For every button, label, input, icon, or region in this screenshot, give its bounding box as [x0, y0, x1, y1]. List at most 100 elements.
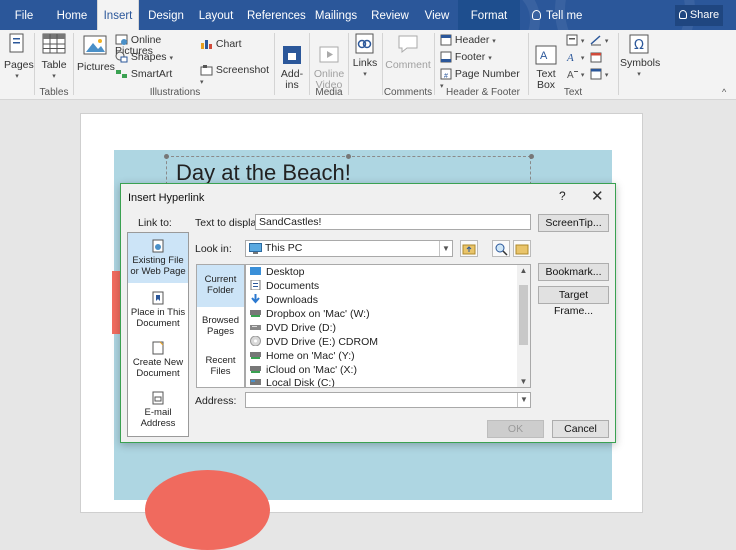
tell-me-label: Tell me [546, 10, 583, 22]
list-item[interactable]: Dropbox on 'Mac' (W:) [250, 308, 370, 321]
shapes-button[interactable]: Shapes ▾ [115, 51, 177, 64]
globe-file-icon [152, 239, 164, 253]
add-ins-button[interactable]: Add- ins [278, 33, 306, 102]
help-button[interactable]: ? [559, 189, 566, 203]
chevron-down-icon: ▾ [200, 79, 204, 86]
shapes-label: Shapes [130, 50, 167, 63]
tab-design[interactable]: Design [145, 0, 187, 30]
chevron-down-icon: ▾ [492, 37, 496, 45]
group-separator [528, 33, 529, 95]
resize-handle[interactable] [164, 154, 169, 159]
smartart-button[interactable]: SmartArt [115, 68, 177, 80]
chart-button[interactable]: Chart [200, 38, 250, 50]
page-number-icon: # [440, 68, 452, 80]
network-drive-icon [250, 366, 261, 373]
tab-references[interactable]: References [247, 0, 306, 30]
look-in-select[interactable]: This PC ▼ [245, 240, 453, 257]
table-button[interactable]: Table ▾ [40, 33, 68, 82]
scroll-up-icon[interactable]: ▲ [517, 266, 530, 275]
link-email-address[interactable]: E-mail Address [128, 387, 188, 437]
list-item[interactable]: Home on 'Mac' (Y:) [250, 350, 355, 363]
file-list-scrollbar[interactable]: ▲ ▼ [517, 265, 530, 387]
list-item[interactable]: Downloads [250, 294, 318, 307]
list-item[interactable]: DVD Drive (D:) [250, 322, 336, 335]
bookmark-button[interactable]: Bookmark... [538, 263, 609, 281]
list-item[interactable]: DVD Drive (E:) CDROM [250, 336, 378, 349]
tab-format[interactable]: Format [458, 0, 520, 30]
list-item[interactable]: Local Disk (C:) [250, 377, 335, 387]
tab-layout[interactable]: Layout [195, 0, 237, 30]
pictures-button[interactable]: Pictures [77, 33, 115, 73]
calendar-icon [590, 52, 602, 63]
ok-button[interactable]: OK [487, 420, 544, 438]
resize-handle[interactable] [529, 154, 534, 159]
tab-view[interactable]: View [420, 0, 454, 30]
list-item[interactable]: Desktop [250, 266, 305, 279]
signature-line-button[interactable]: ▾ [590, 34, 616, 47]
nav-browsed-pages[interactable]: Browsed Pages [197, 307, 244, 347]
email-icon [152, 391, 164, 405]
up-folder-button[interactable] [460, 240, 478, 257]
group-separator [382, 33, 383, 95]
screenshot-icon [200, 65, 213, 76]
address-input[interactable]: ▼ [245, 392, 531, 408]
chart-icon [201, 40, 212, 49]
document-bookmark-icon [152, 291, 164, 305]
link-create-new-document[interactable]: Create New Document [128, 337, 188, 387]
date-time-button[interactable] [590, 51, 616, 63]
footer-button[interactable]: Footer ▾ [440, 51, 520, 64]
quick-parts-icon [566, 34, 578, 46]
comment-button[interactable]: Comment [385, 33, 431, 71]
close-button[interactable]: ✕ [591, 187, 604, 205]
tell-me-search[interactable]: Tell me [532, 0, 582, 30]
screentip-button[interactable]: ScreenTip... [538, 214, 609, 232]
list-item-label: DVD Drive (E:) CDROM [266, 336, 378, 348]
links-button[interactable]: Links ▾ [351, 33, 379, 80]
nav-recent-files[interactable]: Recent Files [197, 347, 244, 387]
nav-current-folder[interactable]: Current Folder [197, 265, 244, 307]
chevron-down-icon: ▾ [169, 54, 173, 62]
tab-home[interactable]: Home [52, 0, 92, 30]
svg-text:A: A [540, 50, 548, 62]
link-existing-file[interactable]: Existing File or Web Page [128, 233, 188, 283]
chevron-down-icon: ▾ [52, 73, 56, 80]
chart-label: Chart [215, 37, 242, 50]
share-button[interactable]: Share [675, 5, 723, 26]
header-button[interactable]: Header ▾ [440, 34, 520, 47]
browse-file-button[interactable] [513, 240, 531, 257]
browse-web-button[interactable] [492, 240, 510, 257]
pages-button[interactable]: Pages ▾ [4, 33, 34, 82]
link-existing-file-label: Existing File or Web Page [130, 255, 186, 277]
chevron-down-icon[interactable]: ▼ [439, 241, 452, 256]
chevron-down-icon[interactable]: ▼ [517, 393, 530, 407]
object-button[interactable]: ▾ [590, 68, 616, 81]
link-icon [355, 33, 374, 54]
symbols-button[interactable]: Ω Symbols ▾ [620, 33, 660, 80]
scroll-down-icon[interactable]: ▼ [517, 377, 530, 386]
group-separator [618, 33, 619, 95]
scroll-thumb[interactable] [519, 285, 528, 345]
person-icon [678, 10, 687, 19]
collapse-ribbon-icon[interactable]: ^ [722, 87, 726, 98]
downloads-icon [251, 294, 260, 304]
link-place-in-document[interactable]: Place in This Document [128, 287, 188, 337]
desktop-icon [250, 267, 261, 275]
screenshot-button[interactable]: Screenshot ▾ [200, 64, 272, 88]
resize-handle[interactable] [346, 154, 351, 159]
tab-insert[interactable]: Insert [97, 0, 139, 30]
link-create-new-document-label: Create New Document [132, 357, 184, 379]
tab-review[interactable]: Review [369, 0, 411, 30]
cancel-button[interactable]: Cancel [552, 420, 609, 438]
wordart-icon: A [566, 52, 574, 63]
list-item[interactable]: iCloud on 'Mac' (X:) [250, 364, 357, 377]
text-to-display-input[interactable]: SandCastles! [255, 214, 531, 230]
add-ins-label: Add- ins [280, 68, 304, 91]
chevron-down-icon: ▾ [580, 71, 585, 79]
list-item[interactable]: Documents [250, 280, 319, 293]
tab-mailings[interactable]: Mailings [313, 0, 359, 30]
omega-icon: Ω [629, 34, 649, 54]
target-frame-button[interactable]: Target Frame... [538, 286, 609, 317]
list-item-label: Local Disk (C:) [266, 377, 335, 387]
list-item-label: iCloud on 'Mac' (X:) [266, 364, 357, 376]
tab-file[interactable]: File [5, 0, 43, 30]
